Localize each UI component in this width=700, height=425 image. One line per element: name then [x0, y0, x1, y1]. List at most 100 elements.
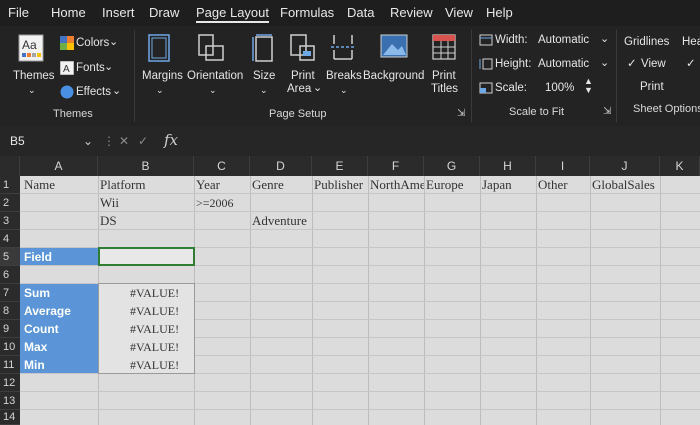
scale-label: Scale: [495, 82, 527, 94]
cell-d1[interactable]: Genre [252, 176, 312, 194]
tab-data[interactable]: Data [347, 5, 374, 20]
check-icon[interactable]: ✓ [686, 58, 696, 71]
tab-view[interactable]: View [445, 5, 473, 20]
chevron-down-icon: ⌄ [209, 85, 217, 95]
select-all-corner[interactable] [0, 156, 20, 176]
column-header-h[interactable]: H [480, 156, 536, 176]
row-header-5[interactable]: 5 [0, 248, 20, 266]
column-header-e[interactable]: E [312, 156, 368, 176]
worksheet-grid[interactable]: Name Platform Year Genre Publisher North… [20, 176, 700, 425]
chevron-down-icon[interactable]: ⌄ [600, 57, 609, 70]
chevron-down-icon[interactable]: ⌄ [83, 134, 93, 148]
cell-d3[interactable]: Adventure [252, 212, 312, 230]
breaks-label: Breaks [326, 70, 362, 82]
column-header-f[interactable]: F [368, 156, 424, 176]
cell-a11[interactable]: Min [24, 356, 98, 374]
margins-icon [148, 34, 170, 62]
cell-b10[interactable]: #VALUE! [130, 338, 194, 356]
row-header-8[interactable]: 8 [0, 302, 20, 320]
column-header-g[interactable]: G [424, 156, 480, 176]
cell-c2[interactable]: >=2006 [196, 194, 250, 212]
row-header-10[interactable]: 10 [0, 338, 20, 356]
tab-help[interactable]: Help [486, 5, 513, 20]
cell-b8[interactable]: #VALUE! [130, 302, 194, 320]
row-header-14[interactable]: 14 [0, 410, 20, 425]
scale-input[interactable]: 100% [545, 82, 574, 95]
cell-a10[interactable]: Max [24, 338, 98, 356]
row-header-2[interactable]: 2 [0, 194, 20, 212]
scale-to-fit-dialog-launcher-icon[interactable]: ⇲ [603, 106, 611, 117]
chevron-down-icon[interactable]: ⌄ [600, 33, 609, 46]
enter-icon[interactable]: ✓ [138, 134, 148, 148]
cell-j1[interactable]: GlobalSales [592, 176, 660, 194]
column-header-j[interactable]: J [590, 156, 660, 176]
cell-a8[interactable]: Average [24, 302, 98, 320]
row-header-7[interactable]: 7 [0, 284, 20, 302]
more-options-icon: ⋮ [103, 134, 115, 148]
width-label: Width: [495, 34, 528, 46]
headings-label: Hea [682, 36, 700, 48]
gridline [20, 391, 700, 392]
cell-b2[interactable]: Wii [100, 194, 194, 212]
cancel-icon[interactable]: ✕ [119, 134, 129, 148]
tab-page-layout[interactable]: Page Layout [196, 5, 270, 23]
row-header-12[interactable]: 12 [0, 374, 20, 392]
cell-b1[interactable]: Platform [100, 176, 194, 194]
print-titles-icon [432, 34, 456, 60]
chevron-down-icon: ⌄ [109, 36, 119, 48]
background-icon [380, 34, 408, 58]
cell-b7[interactable]: #VALUE! [130, 284, 194, 302]
tab-review[interactable]: Review [390, 5, 433, 20]
cell-g1[interactable]: Europe [426, 176, 480, 194]
row-header-4[interactable]: 4 [0, 230, 20, 248]
row-header-1[interactable]: 1 [0, 176, 20, 194]
colors-icon [60, 36, 74, 50]
cell-f1[interactable]: NorthAme [370, 176, 424, 194]
cell-b3[interactable]: DS [100, 212, 194, 230]
width-dropdown[interactable]: Automatic [538, 34, 589, 47]
cell-c1[interactable]: Year [196, 176, 250, 194]
scale-spinner-icon[interactable]: ▲ ▼ [584, 77, 593, 95]
column-header-d[interactable]: D [250, 156, 312, 176]
column-header-b[interactable]: B [98, 156, 194, 176]
row-header-9[interactable]: 9 [0, 320, 20, 338]
tab-insert[interactable]: Insert [102, 5, 135, 20]
gridlines-view-checkbox[interactable]: View [641, 58, 666, 71]
row-header-6[interactable]: 6 [0, 266, 20, 284]
column-header-c[interactable]: C [194, 156, 250, 176]
tab-home[interactable]: Home [51, 5, 86, 20]
cell-a5[interactable]: Field [24, 248, 98, 266]
page-setup-dialog-launcher-icon[interactable]: ⇲ [457, 108, 465, 119]
column-header-k[interactable]: K [660, 156, 700, 176]
gridline [20, 409, 700, 410]
selected-cell-b5[interactable] [98, 247, 195, 266]
cell-a1[interactable]: Name [24, 176, 98, 194]
tab-draw[interactable]: Draw [149, 5, 179, 20]
tab-formulas[interactable]: Formulas [280, 5, 334, 20]
function-icon[interactable]: fx [164, 131, 178, 149]
effects-icon [60, 85, 74, 99]
row-header-3[interactable]: 3 [0, 212, 20, 230]
height-dropdown[interactable]: Automatic [538, 58, 589, 71]
row-header-13[interactable]: 13 [0, 392, 20, 410]
cell-e1[interactable]: Publisher [314, 176, 368, 194]
group-divider [471, 30, 472, 122]
cell-i1[interactable]: Other [538, 176, 590, 194]
height-label: Height: [495, 58, 532, 70]
themes-icon: Aa [18, 34, 44, 62]
cell-a9[interactable]: Count [24, 320, 98, 338]
column-header-a[interactable]: A [20, 156, 98, 176]
name-box[interactable]: B5 [10, 134, 25, 148]
cell-b9[interactable]: #VALUE! [130, 320, 194, 338]
row-header-11[interactable]: 11 [0, 356, 20, 374]
check-icon[interactable]: ✓ [627, 58, 637, 71]
tab-file[interactable]: File [8, 5, 29, 20]
group-divider [616, 30, 617, 122]
themes-label: Themes [13, 70, 55, 82]
orientation-icon [198, 34, 224, 61]
cell-a7[interactable]: Sum [24, 284, 98, 302]
gridlines-print-checkbox[interactable]: Print [640, 81, 664, 94]
cell-b11[interactable]: #VALUE! [130, 356, 194, 374]
cell-h1[interactable]: Japan [482, 176, 536, 194]
column-header-i[interactable]: I [536, 156, 590, 176]
